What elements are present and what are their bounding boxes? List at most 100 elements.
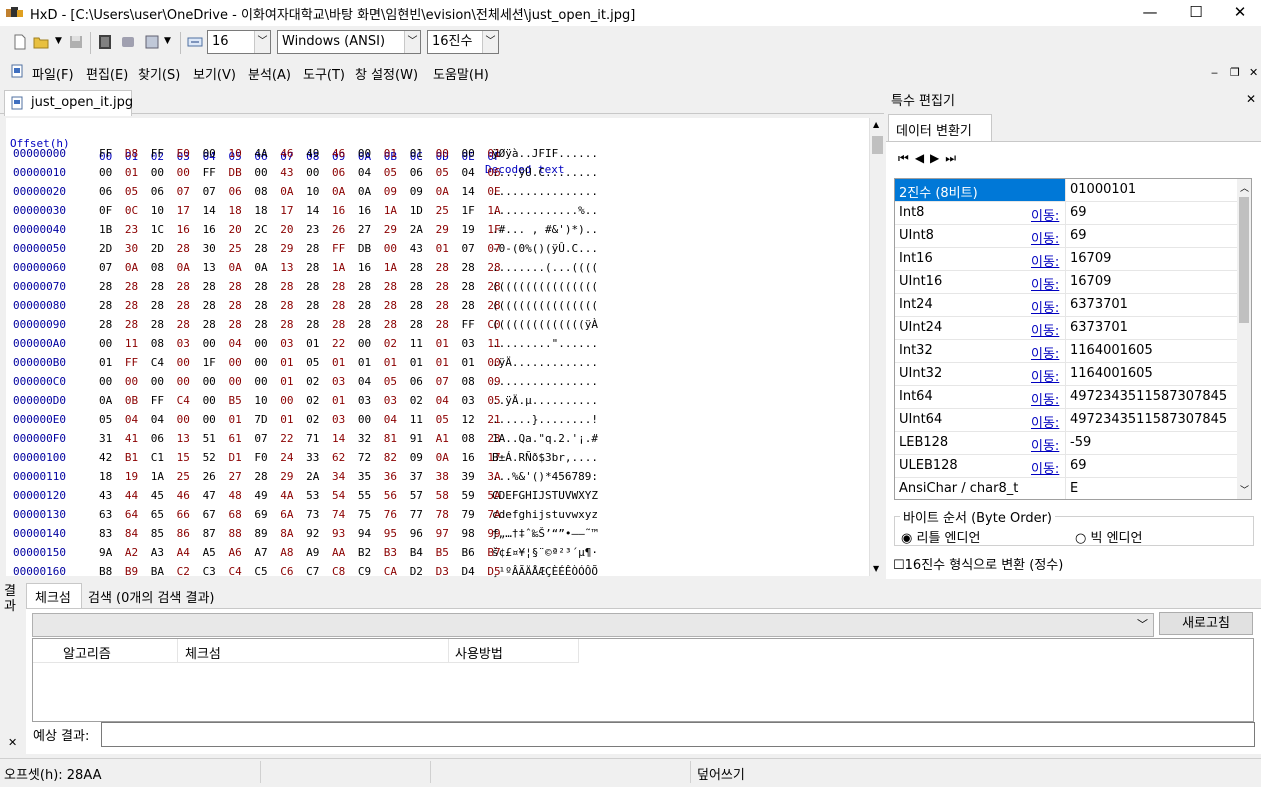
hex-byte[interactable]: 00: [203, 375, 229, 388]
hex-byte[interactable]: 28: [177, 242, 203, 255]
hex-byte[interactable]: 28: [254, 299, 280, 312]
row-decoded-text[interactable]: .............%..: [492, 204, 598, 217]
close-button[interactable]: ✕: [1217, 0, 1261, 26]
hex-byte[interactable]: 04: [384, 413, 410, 426]
chevron-down-icon[interactable]: ﹀: [404, 31, 420, 53]
row-decoded-text[interactable]: ....ÿÛ.C........: [492, 166, 598, 179]
hex-byte[interactable]: 57: [410, 489, 436, 502]
inspector-value[interactable]: 4972343511587307845: [1070, 412, 1227, 427]
hex-byte[interactable]: 04: [125, 413, 151, 426]
hex-byte[interactable]: 01: [332, 394, 358, 407]
hex-byte[interactable]: 28: [306, 242, 332, 255]
inspector-row[interactable]: Int32 이동: 1164001605: [895, 340, 1237, 363]
hex-byte[interactable]: 28: [384, 299, 410, 312]
hex-byte[interactable]: 00: [99, 166, 125, 179]
row-decoded-text[interactable]: -0-(0%()(ÿÛ.C...: [492, 242, 598, 255]
hex-byte[interactable]: 45: [151, 489, 177, 502]
scroll-down-icon[interactable]: ▼: [873, 564, 879, 573]
hex-byte[interactable]: 0F: [99, 204, 125, 217]
row-decoded-text[interactable]: ........."......: [492, 337, 598, 350]
jump-link[interactable]: 이동:: [1031, 228, 1059, 247]
hex-byte[interactable]: 41: [125, 432, 151, 445]
inspector-value[interactable]: 16709: [1070, 251, 1111, 266]
hex-byte[interactable]: 16: [332, 204, 358, 217]
hex-byte[interactable]: 28: [306, 299, 332, 312]
hex-byte[interactable]: A3: [151, 546, 177, 559]
hex-byte[interactable]: 28: [358, 299, 384, 312]
hex-int-checkbox[interactable]: ☐16진수 형식으로 변환 (정수): [893, 554, 1063, 573]
hex-byte[interactable]: A9: [306, 546, 332, 559]
row-decoded-text[interactable]: š¢£¤¥¦§¨©ª²³´µ¶·: [492, 546, 598, 559]
jump-link[interactable]: 이동:: [1031, 458, 1059, 477]
hex-byte[interactable]: 04: [358, 166, 384, 179]
inspector-row[interactable]: UInt8 이동: 69: [895, 225, 1237, 248]
hex-vertical-scrollbar[interactable]: ▲ ▼: [870, 118, 885, 576]
hex-byte[interactable]: 28: [151, 318, 177, 331]
hex-byte[interactable]: 61: [228, 432, 254, 445]
hex-byte[interactable]: C5: [254, 565, 280, 578]
jump-link[interactable]: 이동:: [1031, 205, 1059, 224]
hex-byte[interactable]: 19: [461, 223, 487, 236]
maximize-button[interactable]: ☐: [1173, 0, 1219, 26]
hex-byte[interactable]: 28: [410, 299, 436, 312]
jump-link[interactable]: 이동:: [1031, 389, 1059, 408]
tab-data-inspector[interactable]: 데이터 변환기: [888, 114, 992, 142]
hex-byte[interactable]: 6A: [280, 508, 306, 521]
hex-byte[interactable]: 2D: [151, 242, 177, 255]
hex-byte[interactable]: 46: [332, 147, 358, 160]
hex-byte[interactable]: 17: [177, 204, 203, 217]
hex-byte[interactable]: 28: [358, 280, 384, 293]
hex-byte[interactable]: 02: [384, 337, 410, 350]
hex-byte[interactable]: 03: [177, 337, 203, 350]
chevron-up-icon[interactable]: ︿: [1240, 181, 1249, 194]
big-endian-radio[interactable]: ○ 빅 엔디언: [1075, 527, 1142, 546]
col-algorithm[interactable]: 알고리즘: [63, 643, 111, 662]
hex-byte[interactable]: A2: [125, 546, 151, 559]
hex-byte[interactable]: 14: [461, 185, 487, 198]
hex-byte[interactable]: 28: [384, 318, 410, 331]
hex-byte[interactable]: 01: [280, 413, 306, 426]
prev-icon[interactable]: ◀: [915, 151, 930, 165]
hex-byte[interactable]: 28: [280, 299, 306, 312]
hex-byte[interactable]: D8: [125, 147, 151, 160]
hex-byte[interactable]: 00: [177, 413, 203, 426]
hex-byte[interactable]: A6: [228, 546, 254, 559]
hex-byte[interactable]: 00: [203, 413, 229, 426]
hex-byte[interactable]: 04: [436, 394, 462, 407]
number-base-combo[interactable]: 16진수 ﹀: [427, 30, 499, 54]
row-decoded-text[interactable]: ((((((((((((((ÿÀ: [492, 318, 598, 331]
menu-window[interactable]: 창 설정(W): [355, 64, 418, 83]
hex-byte[interactable]: 00: [99, 337, 125, 350]
hex-byte[interactable]: 77: [410, 508, 436, 521]
hex-byte[interactable]: 20: [280, 223, 306, 236]
hex-byte[interactable]: A7: [254, 546, 280, 559]
hex-byte[interactable]: B5: [228, 394, 254, 407]
chevron-down-icon[interactable]: ﹀: [482, 31, 498, 53]
hex-byte[interactable]: 1F: [461, 204, 487, 217]
hex-byte[interactable]: 46: [280, 147, 306, 160]
hex-byte[interactable]: 28: [228, 299, 254, 312]
hex-byte[interactable]: 28: [306, 261, 332, 274]
inspector-value[interactable]: 1164001605: [1070, 366, 1153, 381]
hex-byte[interactable]: 28: [254, 318, 280, 331]
inspector-row[interactable]: Int8 이동: 69: [895, 202, 1237, 225]
hex-byte[interactable]: 01: [358, 356, 384, 369]
hex-byte[interactable]: 09: [410, 185, 436, 198]
inspector-value[interactable]: 6373701: [1070, 297, 1128, 312]
hex-byte[interactable]: 4A: [280, 489, 306, 502]
hex-byte[interactable]: 0A: [280, 185, 306, 198]
row-decoded-text[interactable]: .ÿÄ.............: [492, 356, 598, 369]
hex-byte[interactable]: 26: [332, 223, 358, 236]
hex-byte[interactable]: 28: [410, 280, 436, 293]
hex-byte[interactable]: 29: [384, 223, 410, 236]
hex-byte[interactable]: 28: [306, 318, 332, 331]
hex-byte[interactable]: 18: [228, 204, 254, 217]
menu-file[interactable]: 파일(F): [32, 64, 74, 83]
hex-byte[interactable]: 18: [254, 204, 280, 217]
hex-byte[interactable]: 00: [203, 394, 229, 407]
expected-result-input[interactable]: [101, 722, 1255, 747]
hex-byte[interactable]: 2A: [306, 470, 332, 483]
hex-byte[interactable]: 28: [177, 318, 203, 331]
hex-byte[interactable]: 28: [254, 470, 280, 483]
hex-byte[interactable]: FF: [203, 166, 229, 179]
